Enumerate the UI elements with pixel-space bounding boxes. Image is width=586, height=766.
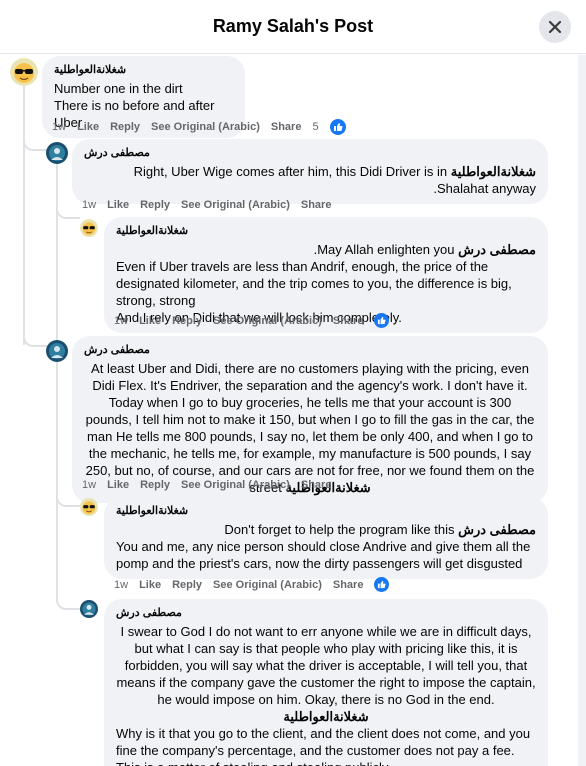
- comment-bubble: مصطفى درش At least Uber and Didi, there …: [72, 336, 548, 503]
- thread-line: [56, 163, 58, 593]
- profile-avatar-icon: [46, 340, 68, 362]
- avatar[interactable]: [80, 600, 98, 618]
- like-reaction-icon: [374, 577, 390, 592]
- comment-actions: 1w Like Reply See Original (Arabic) Shar…: [82, 479, 342, 491]
- dialog-title: Ramy Salah's Post: [212, 16, 374, 36]
- like-button[interactable]: Like: [77, 121, 99, 133]
- sunglasses-avatar-icon: [10, 58, 38, 86]
- comment-time[interactable]: 1w: [114, 579, 128, 591]
- like-button[interactable]: Like: [107, 479, 129, 491]
- comment-text: مصطفى درش May Allah enlighten you.: [116, 241, 536, 258]
- thread-connector: [23, 285, 47, 347]
- reaction-summary[interactable]: [374, 577, 400, 592]
- comment-author[interactable]: مصطفى درش: [84, 342, 536, 359]
- sunglasses-avatar-icon: [80, 219, 98, 237]
- comment-actions: 1w Like Reply See Original (Arabic) Shar…: [82, 199, 342, 211]
- like-reaction-icon: [329, 119, 346, 135]
- mention-link[interactable]: شغلانةالعواطلية: [451, 164, 536, 179]
- comments-scroll-area[interactable]: شغلانةالعواطلية Number one in the dirt T…: [0, 55, 586, 766]
- avatar[interactable]: [46, 340, 68, 362]
- comment-author[interactable]: شغلانةالعواطلية: [116, 223, 536, 240]
- comment-text: مصطفى درش Don't forget to help the progr…: [116, 521, 536, 538]
- avatar[interactable]: [80, 219, 98, 237]
- comment-text: شغلانةالعواطلية Right, Uber Wige comes a…: [84, 163, 536, 197]
- reaction-summary[interactable]: [374, 313, 400, 328]
- see-original-button[interactable]: See Original (Arabic): [181, 199, 290, 211]
- share-button[interactable]: Share: [301, 479, 332, 491]
- comment-text: I swear to God I do not want to err anyo…: [116, 623, 536, 725]
- comment-body: May Allah enlighten you.: [313, 242, 455, 257]
- comment-body: Don't forget to help the program like th…: [224, 522, 455, 537]
- comment-bubble: مصطفى درش I swear to God I do not want t…: [104, 599, 548, 766]
- comment-text: At least Uber and Didi, there are no cus…: [84, 360, 536, 496]
- dialog-header: Ramy Salah's Post: [0, 0, 586, 54]
- avatar[interactable]: [80, 498, 98, 516]
- comment-actions: 1w Like Reply See Original (Arabic) Shar…: [114, 313, 400, 328]
- comment-bubble: شغلانةالعواطلية مصطفى درش Don't forget t…: [104, 497, 548, 579]
- comment-body: I swear to God I do not want to err anyo…: [116, 624, 536, 707]
- sunglasses-avatar-icon: [80, 498, 98, 516]
- comment-time[interactable]: 1w: [52, 121, 66, 133]
- share-button[interactable]: Share: [333, 315, 364, 327]
- scrollbar-track[interactable]: [578, 55, 586, 766]
- comment-time[interactable]: 1w: [114, 315, 128, 327]
- reply-button[interactable]: Reply: [140, 199, 170, 211]
- thread-connector: [56, 197, 80, 219]
- see-original-button[interactable]: See Original (Arabic): [213, 315, 322, 327]
- mention-link[interactable]: مصطفى درش: [458, 522, 536, 537]
- profile-avatar-icon: [80, 600, 98, 618]
- mention-link[interactable]: مصطفى درش: [458, 242, 536, 257]
- reply-button[interactable]: Reply: [110, 121, 140, 133]
- reply-button[interactable]: Reply: [172, 579, 202, 591]
- comment-line: Number one in the dirt: [54, 81, 183, 96]
- comment-line: You and me, any nice person should close…: [116, 539, 531, 571]
- share-button[interactable]: Share: [333, 579, 364, 591]
- comment-line: Why is it that you go to the client, and…: [116, 726, 531, 766]
- reaction-count: 5: [312, 121, 319, 133]
- close-icon: [548, 20, 562, 34]
- comment-line: Even if Uber travels are less than Andri…: [116, 259, 512, 308]
- mention-link[interactable]: شغلانةالعواطلية: [283, 709, 368, 724]
- comment-time[interactable]: 1w: [82, 199, 96, 211]
- see-original-button[interactable]: See Original (Arabic): [213, 579, 322, 591]
- avatar[interactable]: [46, 142, 68, 164]
- like-button[interactable]: Like: [107, 199, 129, 211]
- reaction-summary[interactable]: 5: [312, 119, 356, 135]
- see-original-button[interactable]: See Original (Arabic): [181, 479, 290, 491]
- reply-button[interactable]: Reply: [172, 315, 202, 327]
- thread-connector: [56, 575, 80, 610]
- like-button[interactable]: Like: [139, 579, 161, 591]
- comment-time[interactable]: 1w: [82, 479, 96, 491]
- see-original-button[interactable]: See Original (Arabic): [151, 121, 260, 133]
- profile-avatar-icon: [46, 142, 68, 164]
- comment-body: At least Uber and Didi, there are no cus…: [85, 361, 535, 495]
- share-button[interactable]: Share: [301, 199, 332, 211]
- like-reaction-icon: [374, 313, 390, 328]
- comment-author[interactable]: مصطفى درش: [116, 605, 536, 622]
- like-button[interactable]: Like: [139, 315, 161, 327]
- reply-button[interactable]: Reply: [140, 479, 170, 491]
- comment-actions: 1w Like Reply See Original (Arabic) Shar…: [114, 577, 400, 592]
- avatar[interactable]: [10, 58, 38, 86]
- comment-author[interactable]: شغلانةالعواطلية: [54, 62, 233, 79]
- comment-bubble: مصطفى درش شغلانةالعواطلية Right, Uber Wi…: [72, 139, 548, 204]
- comment-author[interactable]: مصطفى درش: [84, 145, 536, 162]
- share-button[interactable]: Share: [271, 121, 302, 133]
- close-button[interactable]: [539, 11, 571, 43]
- comment-author[interactable]: شغلانةالعواطلية: [116, 503, 536, 520]
- comment-actions: 1w Like Reply See Original (Arabic) Shar…: [52, 119, 357, 135]
